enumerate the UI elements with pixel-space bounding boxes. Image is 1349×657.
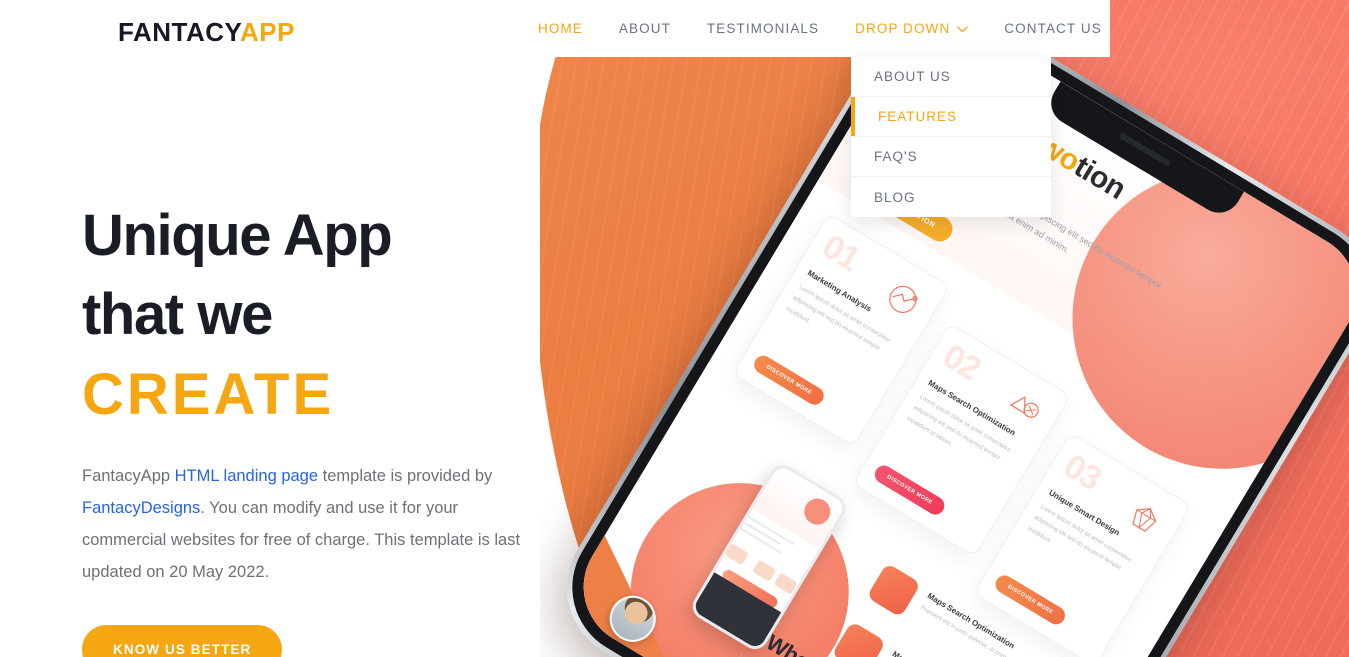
- landing-page: Best Soluwotion Lorem ipsum dolor sit am…: [0, 0, 1349, 657]
- chevron-down-icon: [957, 21, 968, 36]
- main-menu: HOME ABOUT TESTIMONIALS DROP DOWN CONTAC…: [520, 0, 1120, 57]
- dropdown-item-blog[interactable]: BLOG: [851, 177, 1051, 217]
- nav-item-drop-down[interactable]: DROP DOWN: [837, 0, 986, 57]
- nav-item-about[interactable]: ABOUT: [601, 0, 689, 57]
- know-us-better-button[interactable]: KNOW US BETTER: [82, 624, 283, 657]
- dropdown-menu: ABOUT US FEATURES FAQ'S BLOG: [851, 57, 1051, 217]
- nav-item-contact-us[interactable]: CONTACT US: [986, 0, 1120, 57]
- nav-item-testimonials[interactable]: TESTIMONIALS: [689, 0, 837, 57]
- hero-paragraph: FantacyApp HTML landing page template is…: [82, 461, 522, 588]
- nav-item-label: TESTIMONIALS: [706, 21, 820, 36]
- dropdown-item-label: FAQ'S: [874, 149, 918, 164]
- navbar: FANTACYAPP HOME ABOUT TESTIMONIALS DROP …: [0, 0, 1110, 57]
- mockup-card-number: 02: [936, 337, 987, 389]
- hero-line-1: Unique App: [82, 203, 393, 268]
- hero-link-fantacy-designs[interactable]: FantacyDesigns: [82, 499, 200, 517]
- hero-line-2: that we: [82, 282, 273, 348]
- hero-content: Unique App that we CREATE FantacyApp HTM…: [82, 196, 552, 657]
- nav-item-label: CONTACT US: [1004, 21, 1102, 36]
- hero-text-2: template is provided by: [318, 467, 493, 486]
- mockup-card-button: DISCOVER MORE: [992, 572, 1069, 628]
- brand-part-two: APP: [239, 17, 295, 47]
- dropdown-item-label: ABOUT US: [874, 69, 951, 84]
- hero-link-html-landing-page[interactable]: HTML landing page: [175, 467, 318, 485]
- dropdown-item-label: BLOG: [874, 189, 916, 205]
- nav-item-label: DROP DOWN: [855, 21, 951, 36]
- nav-item-label: ABOUT: [618, 21, 671, 36]
- mini-block: [773, 572, 798, 595]
- mockup-card-number: 01: [815, 227, 867, 279]
- mockup-card-number: 03: [1057, 446, 1108, 498]
- mini-block: [724, 543, 750, 566]
- hero-line-3: CREATE: [82, 361, 335, 427]
- mini-block: [752, 559, 777, 582]
- dropdown-item-features[interactable]: FEATURES: [851, 97, 1051, 137]
- brand-part-one: FANTACY: [118, 17, 240, 47]
- hero-text-1: FantacyApp: [82, 467, 175, 486]
- brand-logo[interactable]: FANTACYAPP: [118, 17, 295, 48]
- page-title: Unique App that we CREATE: [82, 196, 552, 434]
- mockup-card-button: DISCOVER MORE: [871, 462, 948, 518]
- nav-item-label: HOME: [538, 21, 583, 36]
- dropdown-item-faqs[interactable]: FAQ'S: [851, 137, 1051, 177]
- dropdown-item-label: FEATURES: [878, 109, 958, 124]
- nav-item-home[interactable]: HOME: [520, 0, 601, 57]
- mockup-card-button: DISCOVER MORE: [750, 352, 827, 408]
- dropdown-item-about-us[interactable]: ABOUT US: [851, 57, 1051, 97]
